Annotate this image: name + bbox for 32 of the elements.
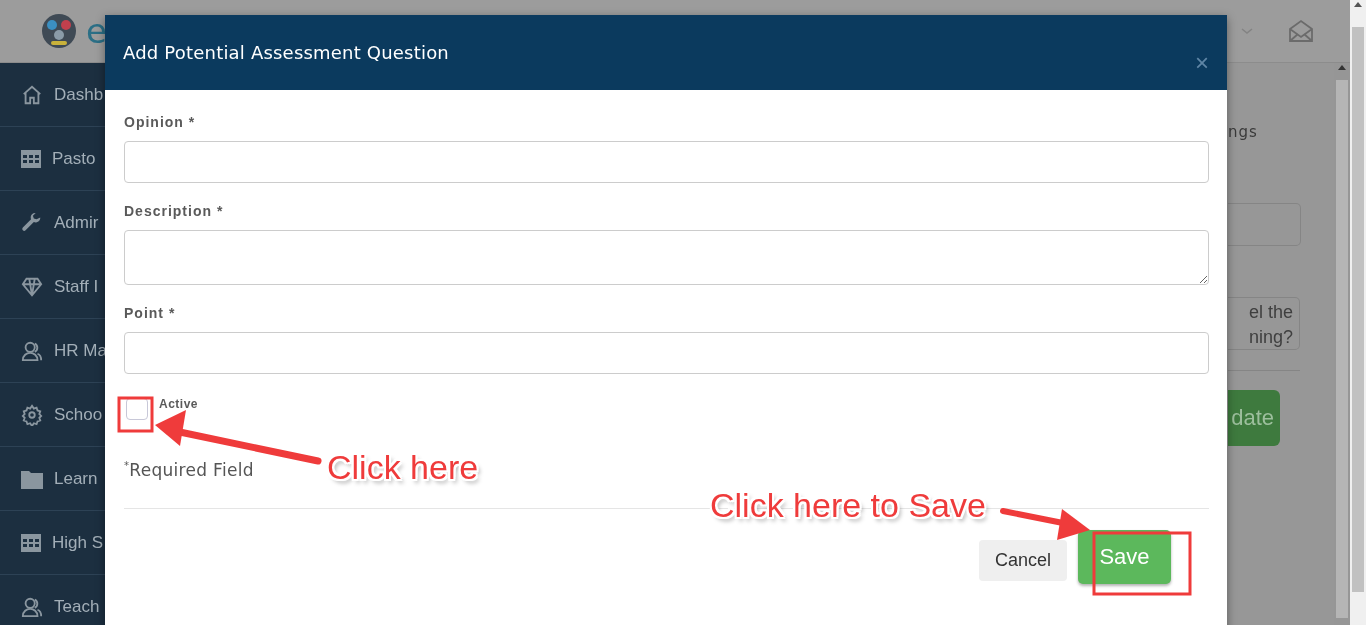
highlight-frame <box>117 396 154 433</box>
diamond-icon <box>21 275 43 298</box>
field-label: Point * <box>124 305 177 321</box>
logo-icon <box>40 13 78 49</box>
input-field[interactable] <box>1228 203 1301 246</box>
field-label: Description * <box>124 203 225 219</box>
gear-icon <box>21 403 43 426</box>
table-icon <box>21 149 41 168</box>
user-icon <box>21 339 43 362</box>
logo-text: e <box>86 11 107 51</box>
field-label: Opinion * <box>124 114 197 130</box>
input-field[interactable] <box>124 141 1209 183</box>
textarea-field[interactable]: el the ning? <box>1228 297 1300 350</box>
scroll-up-icon[interactable] <box>1338 65 1346 70</box>
wrench-icon <box>21 211 43 234</box>
callout-text: Click here <box>327 448 479 487</box>
home-icon <box>21 83 43 106</box>
modal-title: Add Potential Assessment Question <box>123 42 449 63</box>
input-field[interactable] <box>124 332 1209 374</box>
user-icon <box>21 595 43 618</box>
required-note: $^{*}$Required Field <box>124 460 254 480</box>
envelope-icon[interactable] <box>1288 19 1314 43</box>
scroll-up-icon[interactable] <box>1354 2 1362 7</box>
folder-icon <box>21 468 43 489</box>
cancel-button[interactable]: Cancel <box>979 540 1067 581</box>
section-text: ngs <box>1228 123 1258 141</box>
table-icon <box>21 533 41 552</box>
caret-icon <box>1240 26 1254 36</box>
checkbox-label: Active <box>159 397 199 411</box>
description-field[interactable] <box>124 230 1209 285</box>
callout-text: Click here to Save <box>710 486 986 525</box>
scrollbar[interactable] <box>1350 0 1366 625</box>
